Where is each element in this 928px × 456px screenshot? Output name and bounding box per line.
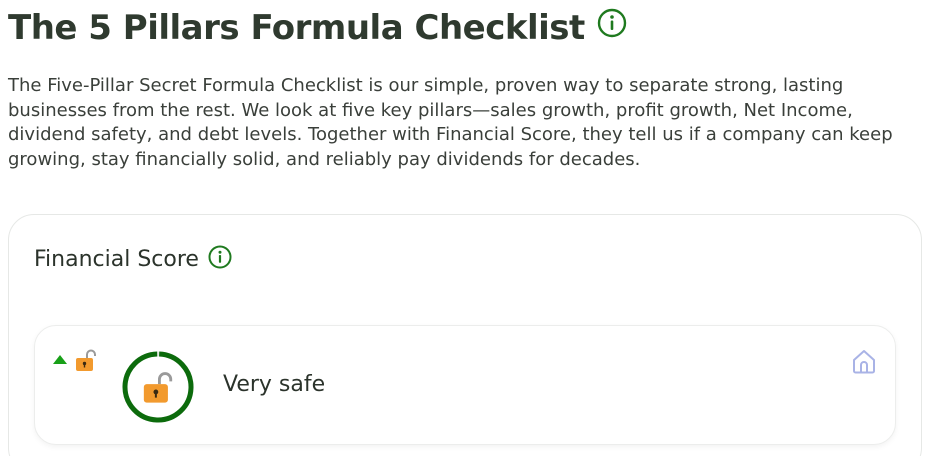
title-info-icon[interactable] bbox=[597, 8, 627, 38]
triangle-up-icon bbox=[53, 355, 67, 364]
financial-score-card: Financial Score Very safe bbox=[8, 214, 922, 456]
financial-score-gauge bbox=[121, 350, 195, 424]
title-row: The 5 Pillars Formula Checklist bbox=[8, 4, 627, 52]
financial-score-title: Financial Score bbox=[34, 247, 199, 272]
score-rating-label: Very safe bbox=[223, 372, 326, 397]
unlocked-padlock-icon bbox=[143, 372, 173, 403]
trend-indicator bbox=[52, 348, 98, 372]
page: The 5 Pillars Formula Checklist The Five… bbox=[0, 0, 928, 456]
home-icon[interactable] bbox=[849, 346, 879, 376]
page-title: The 5 Pillars Formula Checklist bbox=[8, 8, 585, 48]
unlocked-padlock-icon bbox=[76, 349, 96, 371]
score-row: Very safe bbox=[34, 325, 896, 445]
financial-score-info-icon[interactable] bbox=[208, 245, 232, 269]
intro-text: The Five-Pillar Secret Formula Checklist… bbox=[8, 75, 893, 170]
financial-score-header: Financial Score bbox=[34, 243, 232, 277]
